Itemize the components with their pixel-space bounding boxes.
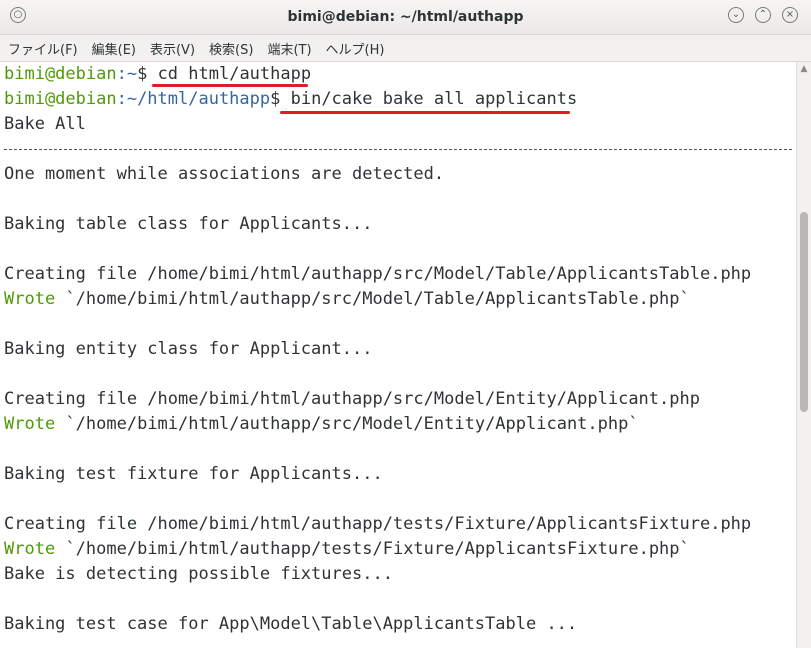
prompt-user: bimi@debian	[4, 89, 117, 109]
prompt-path: :~	[116, 64, 138, 84]
title-bar: ○ bimi@debian: ~/html/authapp ⌄ ⌃ ×	[0, 0, 811, 35]
prompt-line-2: bimi@debian:~/html/authapp$ bin/cake bak…	[4, 87, 577, 112]
separator-rule	[4, 149, 792, 150]
wrote-label: Wrote	[4, 539, 56, 559]
prompt-path: :~/html/authapp	[116, 89, 271, 109]
scrollbar-thumb[interactable]	[800, 212, 808, 412]
output-line: Baking test fixture for Applicants...	[4, 464, 383, 484]
output-line: Bake is detecting possible fixtures...	[4, 564, 393, 584]
output-line: Creating file /home/bimi/html/authapp/te…	[4, 514, 752, 534]
menu-file[interactable]: ファイル(F)	[6, 37, 80, 60]
maximize-icon[interactable]: ⌃	[755, 7, 771, 23]
wrote-label: Wrote	[4, 414, 56, 434]
output-line: Creating file /home/bimi/html/authapp/sr…	[4, 389, 700, 409]
output-line: Baking test case for App\Model\Table\App…	[4, 614, 578, 634]
vertical-scrollbar[interactable]: ▲	[796, 62, 811, 648]
menu-bar: ファイル(F) 編集(E) 表示(V) 検索(S) 端末(T) ヘルプ(H)	[0, 35, 811, 62]
wrote-path: `/home/bimi/html/authapp/src/Model/Entit…	[65, 414, 639, 434]
command-text: cd html/authapp	[147, 64, 312, 84]
prompt-dollar: $	[137, 64, 148, 84]
output-line: Baking entity class for Applicant...	[4, 339, 373, 359]
menu-view[interactable]: 表示(V)	[148, 37, 197, 60]
output-line: Bake All	[4, 114, 86, 134]
wrote-path: `/home/bimi/html/authapp/src/Model/Table…	[65, 289, 690, 309]
menu-search[interactable]: 検索(S)	[207, 37, 255, 60]
output-line: Wrote `/home/bimi/html/authapp/tests/Fix…	[4, 537, 690, 562]
prompt-dollar: $	[270, 89, 281, 109]
output-line: Wrote `/home/bimi/html/authapp/src/Model…	[4, 412, 639, 437]
output-line: Wrote `/home/bimi/html/authapp/src/Model…	[4, 287, 690, 312]
minimize-icon[interactable]: ⌄	[728, 7, 744, 23]
menu-edit[interactable]: 編集(E)	[90, 37, 138, 60]
menu-terminal[interactable]: 端末(T)	[265, 37, 313, 60]
prompt-user: bimi@debian	[4, 64, 117, 84]
window-title: bimi@debian: ~/html/authapp	[287, 9, 524, 25]
scroll-up-icon[interactable]: ▲	[799, 64, 809, 74]
output-line: Creating file /home/bimi/html/authapp/sr…	[4, 264, 752, 284]
close-icon[interactable]: ×	[782, 7, 798, 23]
output-line: Baking table class for Applicants...	[4, 214, 373, 234]
output-line: One moment while associations are detect…	[4, 164, 445, 184]
red-underline-2	[280, 111, 570, 114]
wrote-path: `/home/bimi/html/authapp/tests/Fixture/A…	[65, 539, 690, 559]
terminal-output[interactable]: bimi@debian:~$ cd html/authapp bimi@debi…	[0, 62, 796, 648]
wrote-label: Wrote	[4, 289, 56, 309]
menu-help[interactable]: ヘルプ(H)	[324, 37, 387, 60]
command-text: bin/cake bake all applicants	[280, 89, 578, 109]
